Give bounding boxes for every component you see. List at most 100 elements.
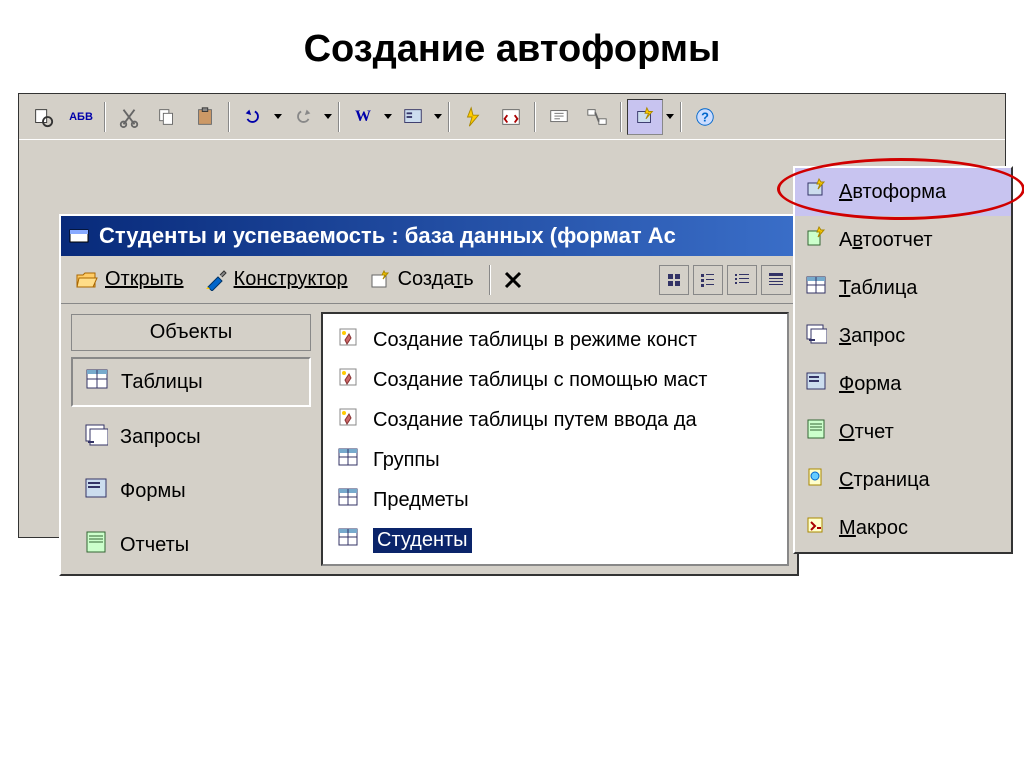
word-dropdown[interactable] [383,114,393,119]
menu-label: Запрос [839,325,905,348]
list-item[interactable]: Создание таблицы в режиме конст [333,320,777,360]
list-item[interactable]: Создание таблицы с помощью маст [333,360,777,400]
separator [338,102,340,132]
large-icons-view[interactable] [659,265,689,295]
list-item-label: Создание таблицы путем ввода да [373,409,697,432]
page-icon [805,466,827,494]
undo-button[interactable] [235,99,271,135]
list-item-label: Предметы [373,489,469,512]
db-titlebar[interactable]: Студенты и успеваемость : база данных (ф… [61,216,797,256]
report-icon [805,418,827,446]
form-dropdown[interactable] [433,114,443,119]
object-category-form[interactable]: Формы [71,467,311,515]
query-icon [805,322,827,350]
separator [448,102,450,132]
cut-button[interactable] [111,99,147,135]
menu-item-form[interactable]: Форма [795,360,1011,408]
create-button[interactable]: Создать [360,261,482,299]
menu-item-report[interactable]: Отчет [795,408,1011,456]
list-item-label: Создание таблицы с помощью маст [373,369,707,392]
spellcheck-button[interactable]: АБВ [63,99,99,135]
new-object-button[interactable] [627,99,663,135]
relationships-button[interactable] [579,99,615,135]
menu-item-autoreport[interactable]: Автоотчет [795,216,1011,264]
undo-icon [242,106,264,128]
form-icon [84,476,108,506]
wizard-icon [337,326,359,354]
table-icon [337,446,359,474]
object-label: Запросы [120,426,201,449]
separator [680,102,682,132]
object-category-query[interactable]: Запросы [71,413,311,461]
svg-text:?: ? [701,109,709,124]
new-object-dropdown[interactable] [665,114,675,119]
table-icon [337,486,359,514]
form-view-button[interactable] [395,99,431,135]
object-category-table[interactable]: Таблицы [71,357,311,407]
new-object-menu: Автоформа Автоотчет Таблица Запрос Форма Отче… [793,166,1013,554]
design-icon [204,269,228,291]
redo-button[interactable] [285,99,321,135]
delete-button[interactable] [498,261,528,299]
report-icon [84,530,108,560]
slide-title: Создание автоформы [0,0,1024,93]
list-item[interactable]: Создание таблицы путем ввода да [333,400,777,440]
separator [620,102,622,132]
query-icon [84,422,108,452]
word-icon: W [355,108,371,126]
undo-dropdown[interactable] [273,114,283,119]
separator [104,102,106,132]
paste-button[interactable] [187,99,223,135]
objects-panel: Объекты Таблицы Запросы Формы Отчеты [61,304,321,574]
wizard-icon [337,406,359,434]
help-button[interactable]: ? [687,99,723,135]
open-button[interactable]: Открыть [67,261,192,299]
redo-dropdown[interactable] [323,114,333,119]
database-window: Студенты и успеваемость : база данных (ф… [59,214,799,576]
create-icon [368,269,392,291]
properties-button[interactable] [541,99,577,135]
object-category-report[interactable]: Отчеты [71,521,311,569]
objects-header: Объекты [71,314,311,351]
print-preview-button[interactable] [25,99,61,135]
help-icon: ? [694,106,716,128]
menu-label: Автоотчет [839,229,932,252]
list-item-label: Группы [373,449,440,472]
menu-label: Отчет [839,421,894,444]
macro-icon [805,514,827,542]
redo-icon [292,106,314,128]
menu-item-page[interactable]: Страница [795,456,1011,504]
menu-item-table[interactable]: Таблица [795,264,1011,312]
details-view[interactable] [761,265,791,295]
copy-button[interactable] [149,99,185,135]
list-item[interactable]: Группы [333,440,777,480]
items-list: Создание таблицы в режиме конст Создание … [321,312,789,566]
db-title-text: Студенты и успеваемость : база данных (ф… [99,223,676,249]
menu-item-autoform[interactable]: Автоформа [795,168,1011,216]
table-icon [85,367,109,397]
menu-item-macro[interactable]: Макрос [795,504,1011,552]
menu-label: Таблица [839,277,917,300]
code-icon [500,106,522,128]
analyze-button[interactable] [455,99,491,135]
autoreport-icon [805,226,827,254]
menu-item-query[interactable]: Запрос [795,312,1011,360]
hand-icon [548,106,570,128]
abc-icon: АБВ [69,111,93,123]
code-button[interactable] [493,99,529,135]
list-item[interactable]: Студенты [333,520,777,560]
separator [228,102,230,132]
list-view[interactable] [727,265,757,295]
word-link-button[interactable]: W [345,99,381,135]
small-icons-view[interactable] [693,265,723,295]
autoform-icon [805,178,827,206]
menu-label: Автоформа [839,181,946,204]
db-toolbar: Открыть Конструктор Создать [61,256,797,304]
clipboard-icon [194,106,216,128]
object-label: Таблицы [121,371,203,394]
menu-label: Макрос [839,517,908,540]
separator [489,265,491,295]
design-button[interactable]: Конструктор [196,261,356,299]
list-item[interactable]: Предметы [333,480,777,520]
lightning-icon [462,106,484,128]
